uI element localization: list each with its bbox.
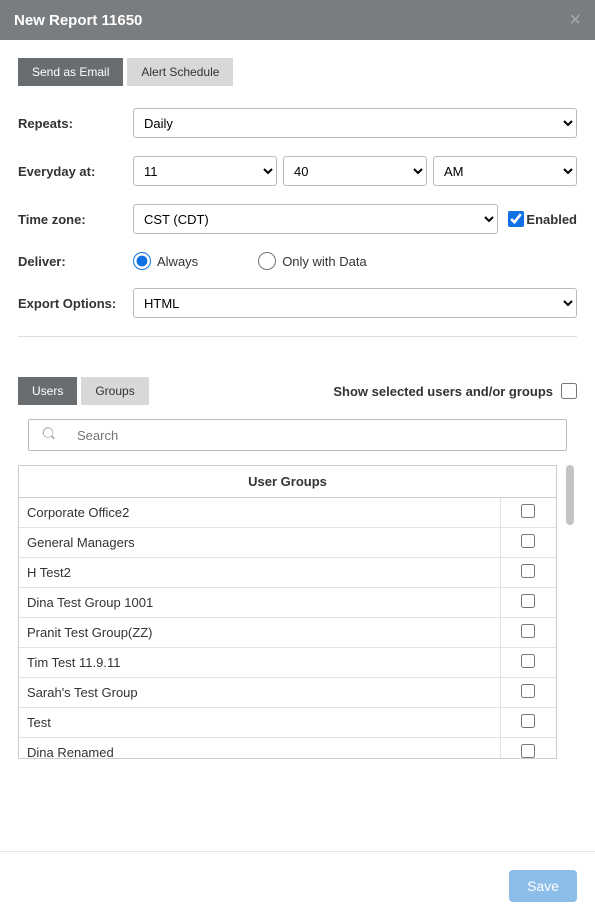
group-checkbox[interactable] bbox=[521, 654, 535, 668]
scrollbar-thumb[interactable] bbox=[566, 465, 574, 525]
radio-only-with-data[interactable] bbox=[258, 252, 276, 270]
table-row: Tim Test 11.9.11 bbox=[19, 648, 556, 678]
tab-send-as-email[interactable]: Send as Email bbox=[18, 58, 123, 86]
row-export: Export Options: HTML bbox=[18, 288, 577, 318]
table-header: User Groups bbox=[19, 466, 556, 498]
radio-always[interactable] bbox=[133, 252, 151, 270]
group-check-cell bbox=[500, 618, 556, 648]
group-name: Corporate Office2 bbox=[19, 498, 500, 528]
table-row: Dina Test Group 1001 bbox=[19, 588, 556, 618]
user-groups-table: User Groups Corporate Office2General Man… bbox=[18, 465, 557, 759]
table-row: General Managers bbox=[19, 528, 556, 558]
group-checkbox[interactable] bbox=[521, 624, 535, 638]
group-name: Pranit Test Group(ZZ) bbox=[19, 618, 500, 648]
label-repeats: Repeats: bbox=[18, 116, 133, 131]
scrollbar[interactable] bbox=[563, 465, 577, 759]
group-name: Test bbox=[19, 708, 500, 738]
search-icon bbox=[42, 427, 56, 444]
tab-users[interactable]: Users bbox=[18, 377, 77, 405]
group-check-cell bbox=[500, 498, 556, 528]
table-row: Pranit Test Group(ZZ) bbox=[19, 618, 556, 648]
table-row: Corporate Office2 bbox=[19, 498, 556, 528]
group-checkbox[interactable] bbox=[521, 714, 535, 728]
select-timezone[interactable]: CST (CDT) bbox=[133, 204, 498, 234]
group-check-cell bbox=[500, 648, 556, 678]
save-button[interactable]: Save bbox=[509, 870, 577, 902]
divider bbox=[18, 336, 577, 337]
modal-header: New Report 11650 × bbox=[0, 0, 595, 40]
checkbox-show-selected[interactable] bbox=[561, 383, 577, 399]
search-input[interactable] bbox=[28, 419, 567, 451]
select-hour[interactable]: 11 bbox=[133, 156, 277, 186]
group-check-cell bbox=[500, 678, 556, 708]
select-export[interactable]: HTML bbox=[133, 288, 577, 318]
group-check-cell bbox=[500, 558, 556, 588]
group-name: Dina Test Group 1001 bbox=[19, 588, 500, 618]
label-timezone: Time zone: bbox=[18, 212, 133, 227]
label-enabled: Enabled bbox=[526, 212, 577, 227]
group-check-cell bbox=[500, 708, 556, 738]
group-check-cell bbox=[500, 588, 556, 618]
table-row: Sarah's Test Group bbox=[19, 678, 556, 708]
modal-title: New Report 11650 bbox=[14, 12, 142, 29]
group-name: Sarah's Test Group bbox=[19, 678, 500, 708]
radio-only-with-data-label: Only with Data bbox=[282, 254, 367, 269]
group-name: Tim Test 11.9.11 bbox=[19, 648, 500, 678]
row-repeats: Repeats: Daily bbox=[18, 108, 577, 138]
group-checkbox[interactable] bbox=[521, 684, 535, 698]
tab-groups[interactable]: Groups bbox=[81, 377, 148, 405]
group-name: Dina Renamed bbox=[19, 738, 500, 760]
label-export: Export Options: bbox=[18, 296, 133, 311]
show-selected-label: Show selected users and/or groups bbox=[333, 384, 553, 399]
close-icon[interactable]: × bbox=[569, 10, 581, 30]
label-everyday-at: Everyday at: bbox=[18, 164, 133, 179]
row-everyday-at: Everyday at: 11 40 AM bbox=[18, 156, 577, 186]
row-timezone: Time zone: CST (CDT) Enabled bbox=[18, 204, 577, 234]
group-checkbox[interactable] bbox=[521, 534, 535, 548]
label-deliver: Deliver: bbox=[18, 254, 133, 269]
radio-always-label: Always bbox=[157, 254, 198, 269]
search-wrap bbox=[28, 419, 567, 451]
group-name: General Managers bbox=[19, 528, 500, 558]
group-checkbox[interactable] bbox=[521, 744, 535, 758]
select-ampm[interactable]: AM bbox=[433, 156, 577, 186]
group-checkbox[interactable] bbox=[521, 504, 535, 518]
row-deliver: Deliver: Always Only with Data bbox=[18, 252, 577, 270]
table-wrap: User Groups Corporate Office2General Man… bbox=[18, 465, 577, 759]
group-name: H Test2 bbox=[19, 558, 500, 588]
table-row: Test bbox=[19, 708, 556, 738]
checkbox-enabled[interactable] bbox=[508, 211, 524, 227]
select-minute[interactable]: 40 bbox=[283, 156, 427, 186]
select-repeats[interactable]: Daily bbox=[133, 108, 577, 138]
modal-footer: Save bbox=[0, 851, 595, 920]
group-check-cell bbox=[500, 738, 556, 760]
group-checkbox[interactable] bbox=[521, 564, 535, 578]
tab-alert-schedule[interactable]: Alert Schedule bbox=[127, 58, 233, 86]
table-row: H Test2 bbox=[19, 558, 556, 588]
group-checkbox[interactable] bbox=[521, 594, 535, 608]
modal-body: Send as Email Alert Schedule Repeats: Da… bbox=[0, 40, 595, 777]
group-check-cell bbox=[500, 528, 556, 558]
secondary-tabs-row: Users Groups Show selected users and/or … bbox=[18, 377, 577, 405]
table-row: Dina Renamed bbox=[19, 738, 556, 760]
primary-tabs: Send as Email Alert Schedule bbox=[18, 58, 577, 86]
